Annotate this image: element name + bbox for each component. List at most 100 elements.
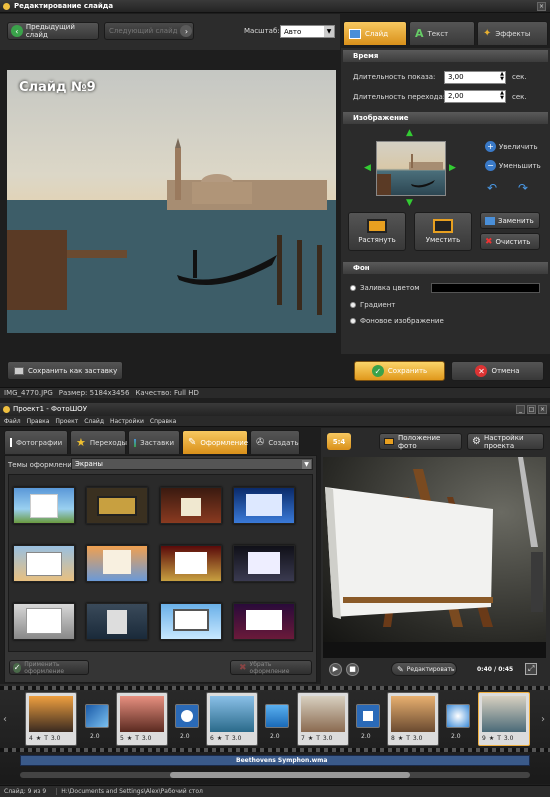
menu-edit[interactable]: Правка bbox=[27, 418, 50, 425]
app-icon bbox=[3, 3, 10, 10]
show-duration-unit: сек. bbox=[512, 73, 527, 81]
project-settings-button[interactable]: ⚙ Настройки проекта bbox=[467, 433, 544, 450]
theme-thumbnail[interactable] bbox=[233, 545, 295, 582]
timeline-transition[interactable] bbox=[85, 704, 109, 728]
arrow-up-icon[interactable]: ▲ bbox=[406, 128, 413, 138]
fit-icon bbox=[433, 219, 453, 233]
photo-position-button[interactable]: Положение фото bbox=[379, 433, 462, 450]
fit-button[interactable]: Уместить bbox=[414, 212, 472, 251]
tab-effects[interactable]: ✦ Эффекты bbox=[477, 21, 548, 45]
main-titlebar: Проект1 - ФотоШОУ _ □ × bbox=[0, 403, 550, 416]
timeline-transition[interactable] bbox=[356, 704, 380, 728]
save-as-screensaver-button[interactable]: Сохранить как заставку bbox=[7, 361, 123, 380]
bg-image-radio[interactable]: Фоновое изображение bbox=[350, 317, 444, 325]
theme-thumbnail[interactable] bbox=[160, 603, 222, 640]
theme-thumbnail[interactable] bbox=[86, 487, 148, 524]
replace-button[interactable]: Заменить bbox=[480, 212, 540, 229]
menu-project[interactable]: Проект bbox=[55, 418, 78, 425]
aspect-ratio-button[interactable]: 5:4 bbox=[327, 433, 351, 450]
arrow-down-icon[interactable]: ▼ bbox=[406, 198, 413, 208]
tab-transitions[interactable]: ★ Переходы bbox=[70, 430, 127, 454]
scale-select[interactable]: Авто ▼ bbox=[280, 25, 335, 38]
save-button[interactable]: ✓ Сохранить bbox=[354, 361, 445, 381]
theme-thumbnail[interactable] bbox=[13, 603, 75, 640]
tab-text[interactable]: A Текст bbox=[409, 21, 475, 45]
stop-icon[interactable]: ■ bbox=[346, 662, 359, 676]
fill-color-radio[interactable]: Заливка цветом bbox=[350, 284, 420, 292]
slide-number: 6 bbox=[210, 735, 214, 742]
tab-design[interactable]: ✎ Оформление bbox=[182, 430, 248, 454]
menu-settings[interactable]: Настройки bbox=[110, 418, 144, 425]
timeline-slide[interactable]: 4 ★ T 3.0 bbox=[25, 692, 77, 746]
remove-design-button[interactable]: ✖ Убрать оформление bbox=[230, 660, 312, 675]
theme-thumbnail[interactable] bbox=[233, 487, 295, 524]
star-icon: ★ bbox=[126, 735, 133, 742]
close-icon[interactable]: × bbox=[537, 2, 546, 11]
venice-photo bbox=[7, 138, 336, 333]
tab-photos-label: Фотографии bbox=[16, 438, 63, 447]
menu-slide[interactable]: Слайд bbox=[84, 418, 104, 425]
show-duration-input[interactable]: 3,00 ▲ ▼ bbox=[444, 71, 506, 84]
tab-create[interactable]: ✇ Создать bbox=[250, 430, 300, 454]
zoom-in-label: Увеличить bbox=[499, 142, 538, 151]
play-icon[interactable]: ▶ bbox=[329, 662, 342, 676]
gradient-radio[interactable]: Градиент bbox=[350, 301, 395, 309]
rotate-left-icon[interactable]: ↶ bbox=[487, 181, 497, 195]
timeline-transition[interactable] bbox=[446, 704, 470, 728]
arrow-left-icon[interactable]: ◀ bbox=[364, 163, 371, 173]
tab-slide[interactable]: Слайд bbox=[343, 21, 407, 45]
close-icon[interactable]: × bbox=[538, 405, 547, 414]
text-t-icon: T bbox=[44, 735, 48, 742]
tab-photos[interactable]: Фотографии bbox=[4, 430, 68, 454]
audio-track[interactable]: Beethovens Symphon.wma bbox=[20, 755, 530, 766]
timeline-slide[interactable]: 6 ★ T 3.0 bbox=[206, 692, 258, 746]
tab-design-label: Оформление bbox=[200, 438, 249, 447]
clear-button[interactable]: ✖ Очистить bbox=[480, 233, 540, 250]
rotate-right-icon[interactable]: ↷ bbox=[518, 181, 528, 195]
apply-design-button[interactable]: ✓ Применить оформление bbox=[9, 660, 89, 675]
theme-thumbnail[interactable] bbox=[160, 487, 222, 524]
zoom-out-button[interactable]: − Уменьшить bbox=[485, 160, 541, 171]
spinner-icon[interactable]: ▲ ▼ bbox=[500, 72, 504, 82]
timeline-transition[interactable] bbox=[175, 704, 199, 728]
stretch-button[interactable]: Растянуть bbox=[348, 212, 406, 251]
tab-screensavers[interactable]: Заставки bbox=[128, 430, 180, 454]
theme-thumbnail[interactable] bbox=[160, 545, 222, 582]
theme-thumbnail[interactable] bbox=[233, 603, 295, 640]
gradient-label: Градиент bbox=[360, 301, 396, 309]
image-position-thumbnail[interactable] bbox=[376, 141, 446, 196]
project-settings-label: Настройки проекта bbox=[483, 433, 524, 450]
menu-file[interactable]: Файл bbox=[4, 418, 21, 425]
cancel-button[interactable]: ✕ Отмена bbox=[451, 361, 544, 381]
preview-bottom-bar bbox=[323, 642, 546, 658]
theme-thumbnail[interactable] bbox=[13, 545, 75, 582]
scroll-right-icon[interactable]: › bbox=[541, 714, 545, 725]
fill-color-swatch[interactable] bbox=[431, 283, 540, 293]
timeline-slide[interactable]: 8 ★ T 3.0 bbox=[387, 692, 439, 746]
minimize-icon[interactable]: _ bbox=[516, 405, 525, 414]
arrow-right-icon[interactable]: ▶ bbox=[449, 163, 456, 173]
theme-thumbnail[interactable] bbox=[86, 545, 148, 582]
timeline-transition[interactable] bbox=[265, 704, 289, 728]
scroll-left-icon[interactable]: ‹ bbox=[3, 714, 7, 725]
prev-slide-button[interactable]: ‹ Предыдущий слайд bbox=[7, 22, 99, 40]
timeline-slide[interactable]: 7 ★ T 3.0 bbox=[297, 692, 349, 746]
theme-thumbnail[interactable] bbox=[86, 603, 148, 640]
timeline-slide[interactable]: 5 ★ T 3.0 bbox=[116, 692, 168, 746]
themes-select[interactable]: Экраны ▼ bbox=[71, 458, 313, 470]
timeline-scrollbar[interactable] bbox=[20, 772, 530, 778]
spinner-icon[interactable]: ▲ ▼ bbox=[500, 91, 504, 101]
fullscreen-icon[interactable]: ⤢ bbox=[525, 663, 538, 675]
edit-button[interactable]: ✎ Редактировать bbox=[391, 662, 457, 676]
brush-icon: ✎ bbox=[188, 437, 197, 448]
slide-number: 9 bbox=[482, 735, 486, 742]
next-slide-button[interactable]: Следующий слайд › bbox=[104, 22, 194, 40]
scrollbar-thumb[interactable] bbox=[170, 772, 410, 778]
transition-duration-input[interactable]: 2,00 ▲ ▼ bbox=[444, 90, 506, 103]
maximize-icon[interactable]: □ bbox=[527, 405, 536, 414]
zoom-in-button[interactable]: + Увеличить bbox=[485, 141, 538, 152]
menu-help[interactable]: Справка bbox=[150, 418, 176, 425]
editor-title: Редактирование слайда bbox=[14, 2, 114, 10]
theme-thumbnail[interactable] bbox=[13, 487, 75, 524]
timeline-slide[interactable]: 9 ★ T 3.0 bbox=[478, 692, 530, 746]
